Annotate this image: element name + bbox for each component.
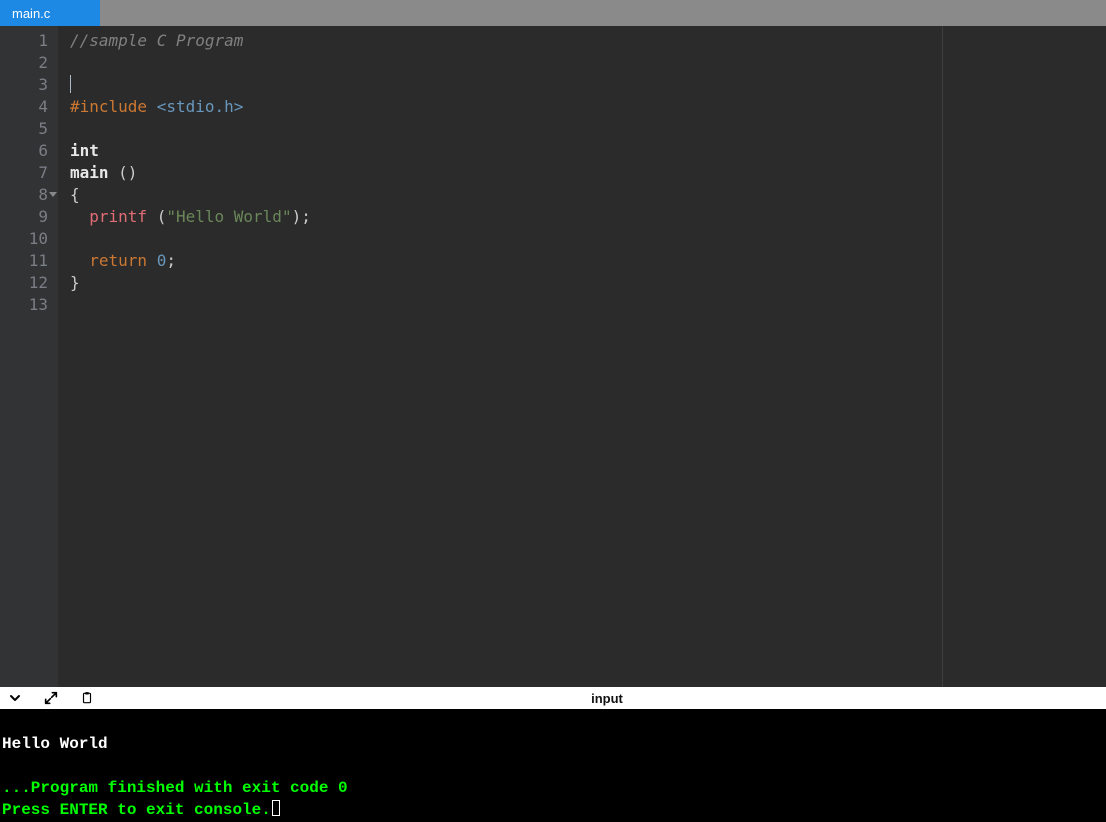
console-cursor — [272, 800, 280, 816]
code-line[interactable] — [70, 74, 1106, 96]
line-number-gutter: 12345678910111213 — [0, 26, 58, 687]
line-number: 9 — [0, 206, 58, 228]
tab-bar: main.c — [0, 0, 1106, 26]
code-token: { — [70, 185, 80, 204]
code-editor[interactable]: 12345678910111213 //sample C Program #in… — [0, 26, 1106, 687]
code-token — [147, 97, 157, 116]
code-token: <stdio.h> — [157, 97, 244, 116]
chevron-down-icon[interactable] — [6, 689, 24, 707]
line-number: 2 — [0, 52, 58, 74]
line-number: 11 — [0, 250, 58, 272]
console-output[interactable]: Hello World ...Program finished with exi… — [0, 709, 1106, 822]
code-token: () — [118, 163, 137, 182]
line-number: 5 — [0, 118, 58, 140]
code-line[interactable]: //sample C Program — [70, 30, 1106, 52]
tab-main-c[interactable]: main.c — [0, 0, 100, 26]
code-token — [147, 251, 157, 270]
code-token: 0 — [157, 251, 167, 270]
code-token — [147, 207, 157, 226]
line-number: 6 — [0, 140, 58, 162]
code-token: ); — [292, 207, 311, 226]
line-number: 3 — [0, 74, 58, 96]
code-token: } — [70, 273, 80, 292]
code-line[interactable] — [70, 294, 1106, 316]
line-number: 1 — [0, 30, 58, 52]
code-line[interactable] — [70, 52, 1106, 74]
code-token: printf — [89, 207, 147, 226]
code-line[interactable]: int — [70, 140, 1106, 162]
line-number: 13 — [0, 294, 58, 316]
code-line[interactable]: { — [70, 184, 1106, 206]
code-token: //sample C Program — [70, 31, 243, 50]
line-number: 10 — [0, 228, 58, 250]
code-line[interactable] — [70, 118, 1106, 140]
code-token: ( — [157, 207, 167, 226]
code-token — [70, 207, 89, 226]
console-toolbar: input — [0, 687, 1106, 709]
text-cursor — [70, 75, 71, 93]
code-token — [70, 251, 89, 270]
code-token: ; — [166, 251, 176, 270]
console-prompt: Press ENTER to exit console. — [2, 801, 271, 819]
line-number: 4 — [0, 96, 58, 118]
code-line[interactable]: main () — [70, 162, 1106, 184]
code-token: main — [70, 163, 118, 182]
console-stdout: Hello World — [2, 735, 108, 753]
tab-label: main.c — [12, 6, 50, 21]
input-tab-label[interactable]: input — [591, 691, 623, 706]
line-number: 7 — [0, 162, 58, 184]
line-number: 8 — [0, 184, 58, 206]
line-number: 12 — [0, 272, 58, 294]
code-line[interactable]: return 0; — [70, 250, 1106, 272]
console-status-line: ...Program finished with exit code 0 — [2, 779, 348, 797]
code-line[interactable]: printf ("Hello World"); — [70, 206, 1106, 228]
code-token: return — [89, 251, 147, 270]
code-token: int — [70, 141, 99, 160]
code-line[interactable]: } — [70, 272, 1106, 294]
code-token: #include — [70, 97, 147, 116]
code-area[interactable]: //sample C Program #include <stdio.h> in… — [58, 26, 1106, 687]
clipboard-icon[interactable] — [78, 689, 96, 707]
code-token: "Hello World" — [166, 207, 291, 226]
code-line[interactable]: #include <stdio.h> — [70, 96, 1106, 118]
fullscreen-icon[interactable] — [42, 689, 60, 707]
code-line[interactable] — [70, 228, 1106, 250]
